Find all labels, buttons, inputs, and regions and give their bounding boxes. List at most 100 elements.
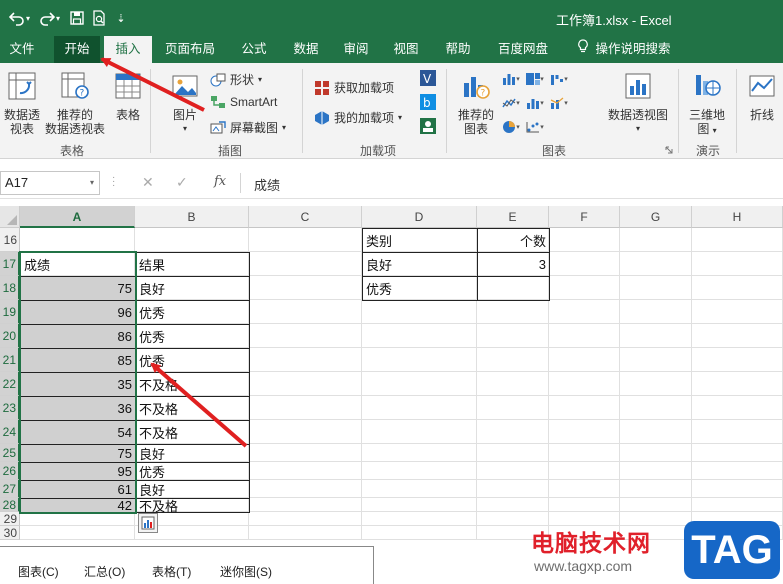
grid-cell[interactable] — [20, 512, 135, 526]
grid-cell[interactable] — [549, 348, 620, 372]
score-cell[interactable]: 42 — [20, 498, 136, 513]
hierarchy-chart-button[interactable]: ▾ — [524, 69, 546, 89]
grid-cell[interactable] — [362, 420, 477, 444]
row-header-17[interactable]: 17 — [0, 252, 20, 276]
insert-function-button[interactable]: fx — [214, 174, 226, 189]
tell-me-search[interactable]: 操作说明搜索 — [568, 36, 680, 63]
grid-cell[interactable] — [249, 498, 362, 512]
grid-cell[interactable] — [549, 396, 620, 420]
tab-insert[interactable]: 插入 — [104, 36, 152, 63]
tab-data[interactable]: 数据 — [284, 36, 328, 63]
visio-addin-button[interactable]: V — [418, 69, 438, 90]
column-header-h[interactable]: H — [692, 206, 783, 228]
line-chart-button[interactable]: ▾ — [500, 93, 522, 113]
grid-cell[interactable] — [249, 444, 362, 462]
people-graph-button[interactable] — [418, 117, 438, 138]
grid-cell[interactable] — [477, 444, 549, 462]
grid-cell[interactable] — [249, 526, 362, 540]
cancel-entry-button[interactable]: ✕ — [142, 174, 154, 191]
grid-cell[interactable] — [249, 348, 362, 372]
result-cell[interactable]: 良好 — [135, 276, 250, 301]
row-header-25[interactable]: 25 — [0, 444, 20, 462]
grid-cell[interactable] — [477, 498, 549, 512]
score-cell[interactable]: 85 — [20, 348, 136, 373]
column-header-a[interactable]: A — [20, 206, 135, 228]
score-cell[interactable]: 35 — [20, 372, 136, 397]
tab-help[interactable]: 帮助 — [436, 36, 480, 63]
result-cell[interactable]: 优秀 — [135, 462, 250, 481]
grid-cell[interactable] — [692, 300, 783, 324]
score-cell[interactable]: 86 — [20, 324, 136, 349]
scatter-chart-button[interactable]: ▾ — [524, 117, 546, 137]
row-header-16[interactable]: 16 — [0, 228, 20, 252]
statistic-chart-button[interactable]: ▾ — [524, 93, 546, 113]
row-header-28[interactable]: 28 — [0, 498, 20, 512]
tab-page-layout[interactable]: 页面布局 — [158, 36, 222, 63]
score-cell[interactable]: 95 — [20, 462, 136, 481]
redo-dropdown-caret[interactable]: ▾ — [56, 14, 60, 23]
result-cell[interactable]: 优秀 — [135, 300, 250, 325]
grid-cell[interactable] — [477, 372, 549, 396]
grid-cell[interactable] — [362, 444, 477, 462]
tab-baidu-netdisk[interactable]: 百度网盘 — [490, 36, 556, 63]
grid-cell[interactable] — [249, 300, 362, 324]
grid-cell[interactable] — [692, 276, 783, 300]
grid-cell[interactable] — [620, 396, 692, 420]
tab-view[interactable]: 视图 — [384, 36, 428, 63]
header-cell-result[interactable]: 结果 — [135, 252, 250, 277]
quick-analysis-button[interactable] — [138, 513, 158, 533]
grid-cell[interactable] — [692, 228, 783, 252]
summary-header-category-cell[interactable]: 类别 — [362, 228, 478, 253]
row-header-26[interactable]: 26 — [0, 462, 20, 480]
charts-dialog-launcher[interactable] — [664, 145, 674, 159]
grid-cell[interactable] — [477, 396, 549, 420]
worksheet-grid[interactable]: A B C D E F G H 16 17 18 19 20 21 22 23 24 25 26 27 28 29 30 成绩… — [0, 206, 783, 584]
undo-button[interactable] — [6, 7, 28, 29]
grid-cell[interactable] — [362, 300, 477, 324]
recommended-pivot-button[interactable]: ? 推荐的 数据透视表 — [44, 71, 106, 136]
summary-row-category-cell[interactable]: 优秀 — [362, 276, 478, 301]
row-header-22[interactable]: 22 — [0, 372, 20, 396]
3d-map-button[interactable]: 三维地 图 ▾ — [684, 71, 730, 138]
grid-cell[interactable] — [620, 324, 692, 348]
grid-cell[interactable] — [477, 348, 549, 372]
grid-cell[interactable] — [620, 300, 692, 324]
shapes-button[interactable]: 形状 ▾ — [210, 71, 262, 88]
grid-cell[interactable] — [692, 462, 783, 480]
grid-cell[interactable] — [620, 420, 692, 444]
grid-cell[interactable] — [692, 324, 783, 348]
enter-button[interactable]: ✓ — [176, 174, 188, 191]
pivot-table-button[interactable]: 数据透 视表 — [2, 71, 42, 136]
row-header-19[interactable]: 19 — [0, 300, 20, 324]
grid-cell[interactable] — [549, 228, 620, 252]
name-box-dropdown-icon[interactable]: ▾ — [90, 172, 94, 194]
bing-maps-button[interactable]: b — [418, 93, 438, 114]
grid-cell[interactable] — [620, 252, 692, 276]
grid-cell[interactable] — [362, 372, 477, 396]
tab-review[interactable]: 审阅 — [334, 36, 378, 63]
grid-cell[interactable] — [362, 526, 477, 540]
grid-cell[interactable] — [362, 396, 477, 420]
grid-cell[interactable] — [249, 252, 362, 276]
my-addins-button[interactable]: 我的加载项 ▾ — [314, 109, 402, 126]
tab-file[interactable]: 文件 — [0, 36, 44, 63]
grid-cell[interactable] — [477, 480, 549, 498]
grid-cell[interactable] — [362, 462, 477, 480]
grid-cell[interactable] — [692, 444, 783, 462]
row-header-23[interactable]: 23 — [0, 396, 20, 420]
grid-cell[interactable] — [549, 300, 620, 324]
picture-button[interactable]: 图片 ▾ — [168, 71, 202, 136]
result-cell[interactable]: 良好 — [135, 480, 250, 499]
grid-cell[interactable] — [249, 372, 362, 396]
name-box[interactable]: A17 ▾ — [0, 171, 100, 195]
get-addins-button[interactable]: 获取加载项 — [314, 79, 394, 96]
row-header-27[interactable]: 27 — [0, 480, 20, 498]
column-chart-button[interactable]: ▾ — [500, 69, 522, 89]
header-cell-score[interactable]: 成绩 — [20, 252, 136, 277]
score-cell[interactable]: 96 — [20, 300, 136, 325]
grid-cell[interactable] — [20, 526, 135, 540]
grid-cell[interactable] — [477, 462, 549, 480]
grid-cell[interactable] — [249, 480, 362, 498]
grid-cell[interactable] — [249, 396, 362, 420]
tab-home[interactable]: 开始 — [54, 36, 100, 63]
